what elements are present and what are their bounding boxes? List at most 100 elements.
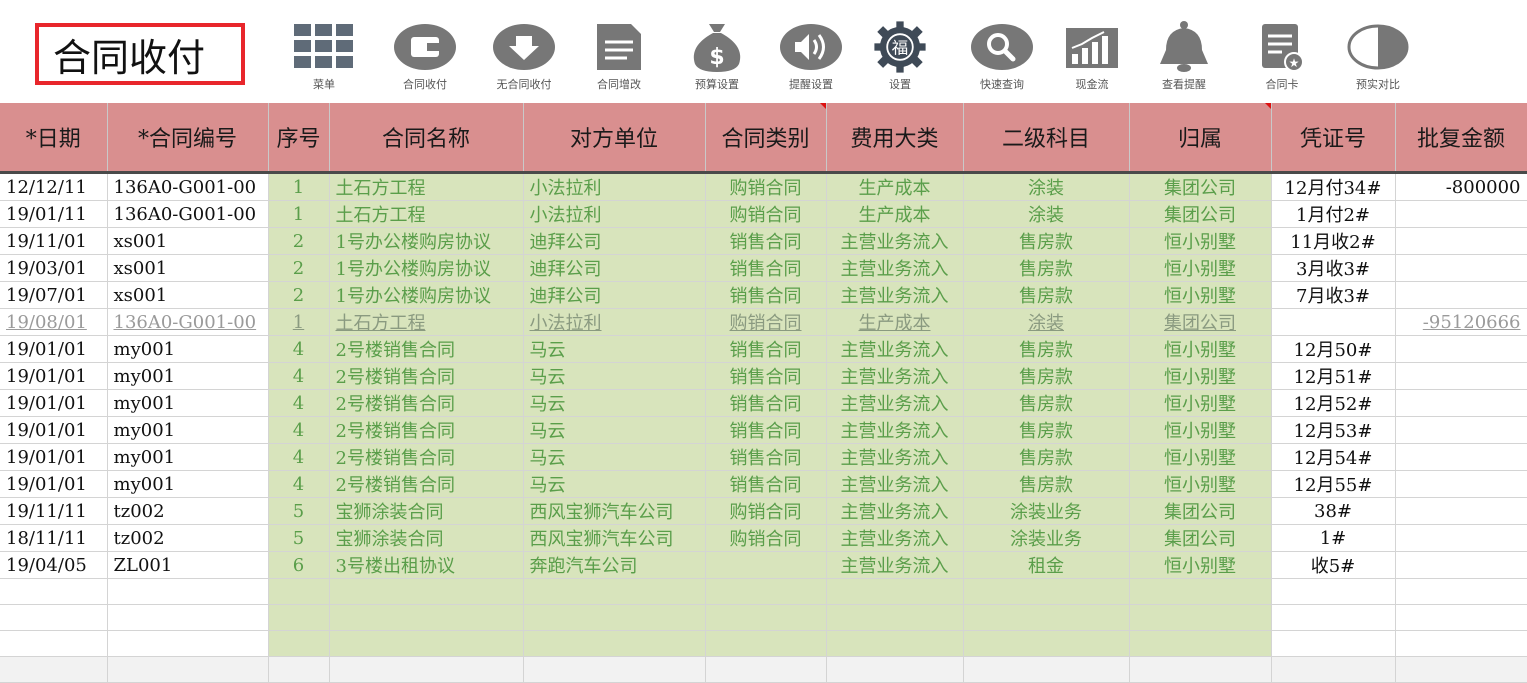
table-cell[interactable]: 购销合同 [705, 497, 827, 525]
table-cell[interactable] [1271, 604, 1396, 631]
table-row[interactable]: 19/11/01 xs001 2 1号办公楼购房协议 迪拜公司 销售合同 主营业务流入 售房款… [0, 227, 1527, 255]
table-cell[interactable]: 12月付34# [1271, 172, 1396, 201]
table-cell[interactable]: 主营业务流入 [826, 254, 964, 282]
table-cell[interactable]: 西风宝狮汽车公司 [523, 497, 706, 525]
table-cell[interactable]: 1 [268, 200, 330, 228]
table-cell[interactable]: 售房款 [963, 227, 1130, 255]
table-cell[interactable] [1395, 200, 1527, 228]
table-cell[interactable]: 主营业务流入 [826, 416, 964, 444]
table-cell[interactable]: 19/01/01 [0, 362, 108, 390]
table-cell[interactable]: 2号楼销售合同 [329, 335, 524, 363]
table-cell[interactable] [705, 656, 827, 683]
table-cell[interactable]: 7月收3# [1271, 281, 1396, 309]
table-cell[interactable] [963, 604, 1130, 631]
table-cell[interactable]: 1月付2# [1271, 200, 1396, 228]
table-cell[interactable] [1395, 578, 1527, 605]
table-cell[interactable] [1395, 227, 1527, 255]
table-cell[interactable] [1395, 604, 1527, 631]
table-cell[interactable] [1395, 335, 1527, 363]
empty-row[interactable] [0, 578, 1527, 605]
table-cell[interactable]: 集团公司 [1129, 172, 1272, 201]
table-cell[interactable] [1395, 630, 1527, 657]
table-cell[interactable]: 迪拜公司 [523, 281, 706, 309]
table-cell[interactable] [329, 656, 524, 683]
table-cell[interactable]: 售房款 [963, 416, 1130, 444]
table-cell[interactable]: 11月收2# [1271, 227, 1396, 255]
table-cell[interactable]: 售房款 [963, 470, 1130, 498]
table-cell[interactable]: 生产成本 [826, 308, 964, 336]
table-cell[interactable] [1129, 578, 1272, 605]
table-cell[interactable]: 主营业务流入 [826, 524, 964, 552]
table-cell[interactable] [268, 604, 330, 631]
column-header-voucher-no[interactable]: 凭证号 [1271, 103, 1396, 174]
table-row[interactable]: 19/01/11 136A0-G001-00 1 土石方工程 小法拉利 购销合同 生产成本涂… [0, 200, 1527, 228]
table-cell[interactable] [1129, 630, 1272, 657]
table-cell[interactable]: 主营业务流入 [826, 281, 964, 309]
table-cell[interactable]: 2号楼销售合同 [329, 470, 524, 498]
table-cell[interactable] [523, 630, 706, 657]
table-cell[interactable]: 马云 [523, 416, 706, 444]
table-cell[interactable]: -95120666 [1395, 308, 1527, 336]
table-cell[interactable]: 38# [1271, 497, 1396, 525]
table-cell[interactable]: 2 [268, 254, 330, 282]
table-cell[interactable]: 12月50# [1271, 335, 1396, 363]
table-cell[interactable]: 4 [268, 335, 330, 363]
table-cell[interactable]: 销售合同 [705, 281, 827, 309]
table-cell[interactable]: 恒小别墅 [1129, 281, 1272, 309]
table-cell[interactable] [826, 630, 964, 657]
column-header-seq[interactable]: 序号 [268, 103, 330, 174]
table-cell[interactable]: 主营业务流入 [826, 470, 964, 498]
table-cell[interactable] [963, 578, 1130, 605]
table-cell[interactable] [107, 578, 269, 605]
table-cell[interactable]: 19/01/01 [0, 443, 108, 471]
table-cell[interactable]: 19/01/11 [0, 200, 108, 228]
table-cell[interactable]: 4 [268, 443, 330, 471]
table-cell[interactable]: 5 [268, 497, 330, 525]
table-row[interactable]: 19/01/01 my001 4 2号楼销售合同 马云 销售合同 主营业务流入 售房款 恒小别墅… [0, 416, 1527, 444]
menu-button[interactable]: 菜单 [292, 18, 356, 92]
settings-button[interactable]: 福 设置 [868, 18, 932, 92]
table-cell[interactable]: 售房款 [963, 254, 1130, 282]
table-cell[interactable]: 涂装 [963, 200, 1130, 228]
table-cell[interactable]: 2号楼销售合同 [329, 443, 524, 471]
table-cell[interactable]: 3号楼出租协议 [329, 551, 524, 579]
table-cell[interactable]: 3月收3# [1271, 254, 1396, 282]
table-cell[interactable] [0, 630, 108, 657]
table-cell[interactable]: 12月53# [1271, 416, 1396, 444]
table-cell[interactable] [523, 656, 706, 683]
table-cell[interactable]: 1 [268, 308, 330, 336]
table-row[interactable]: 19/04/05 ZL001 6 3号楼出租协议 奔跑汽车公司 主营业务流入 租金 恒小别墅收… [0, 551, 1527, 579]
contract-payment-button[interactable]: 合同收付 [393, 18, 457, 92]
table-cell[interactable]: 1# [1271, 524, 1396, 552]
empty-row[interactable] [0, 630, 1527, 657]
quick-search-button[interactable]: 快速查询 [970, 18, 1034, 92]
table-cell[interactable] [107, 604, 269, 631]
column-header-belongs-to[interactable]: 归属 [1129, 103, 1272, 174]
table-cell[interactable] [1271, 578, 1396, 605]
table-cell[interactable]: 19/01/01 [0, 470, 108, 498]
table-cell[interactable]: 销售合同 [705, 470, 827, 498]
table-cell[interactable] [523, 604, 706, 631]
table-cell[interactable]: 4 [268, 470, 330, 498]
table-cell[interactable]: 12月55# [1271, 470, 1396, 498]
table-cell[interactable]: 售房款 [963, 362, 1130, 390]
column-header-contract-type[interactable]: 合同类别 [705, 103, 827, 174]
table-row[interactable]: 12/12/11 136A0-G001-00 1 土石方工程 小法拉利 购销合同 生产成本涂… [0, 172, 1527, 201]
table-row[interactable]: 19/01/01 my001 4 2号楼销售合同 马云 销售合同 主营业务流入 售房款 恒小别墅… [0, 443, 1527, 471]
table-cell[interactable]: 恒小别墅 [1129, 227, 1272, 255]
table-cell[interactable]: 主营业务流入 [826, 497, 964, 525]
table-cell[interactable]: 购销合同 [705, 172, 827, 201]
table-cell[interactable] [268, 578, 330, 605]
table-cell[interactable] [268, 630, 330, 657]
table-cell[interactable] [1395, 524, 1527, 552]
budget-actual-compare-button[interactable]: 预实对比 [1346, 18, 1410, 92]
table-cell[interactable]: -800000 [1395, 172, 1527, 201]
table-cell[interactable]: 小法拉利 [523, 308, 706, 336]
table-cell[interactable] [268, 656, 330, 683]
table-cell[interactable] [826, 578, 964, 605]
table-cell[interactable] [1395, 497, 1527, 525]
table-cell[interactable]: my001 [107, 362, 269, 390]
cash-flow-button[interactable]: 现金流 [1060, 18, 1124, 92]
table-cell[interactable]: 4 [268, 416, 330, 444]
table-cell[interactable]: 2号楼销售合同 [329, 362, 524, 390]
